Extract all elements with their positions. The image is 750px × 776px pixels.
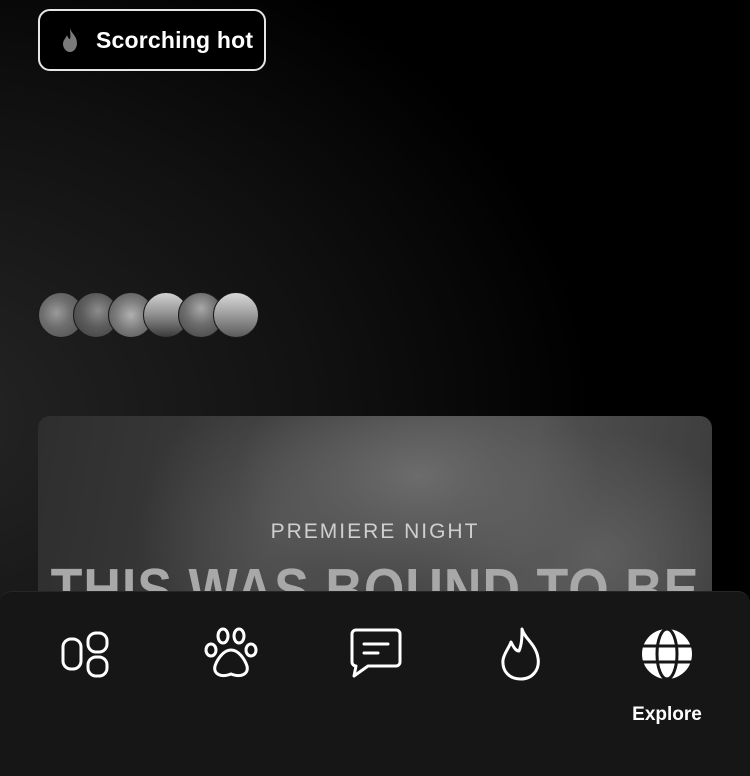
tab-paw[interactable]: [176, 626, 286, 736]
bottom-tab-bar: Explore: [0, 591, 750, 776]
globe-icon: [639, 626, 695, 682]
tab-hot[interactable]: [466, 626, 576, 736]
chat-icon: [348, 626, 404, 682]
tab-grid[interactable]: [30, 626, 140, 736]
tab-explore[interactable]: Explore: [612, 626, 722, 736]
tab-label: Explore: [632, 704, 702, 725]
flame-icon: [56, 26, 84, 54]
chip-label: Scorching hot: [96, 26, 254, 53]
paw-icon: [203, 626, 259, 682]
promo-kicker: PREMIERE NIGHT: [270, 520, 480, 543]
tab-messages[interactable]: [321, 626, 431, 736]
avatar: [213, 292, 259, 338]
grid-icon: [57, 626, 113, 682]
scorching-hot-filter-chip[interactable]: Scorching hot: [38, 9, 266, 71]
avatar-stack[interactable]: [38, 292, 259, 340]
flame-icon: [493, 626, 549, 682]
